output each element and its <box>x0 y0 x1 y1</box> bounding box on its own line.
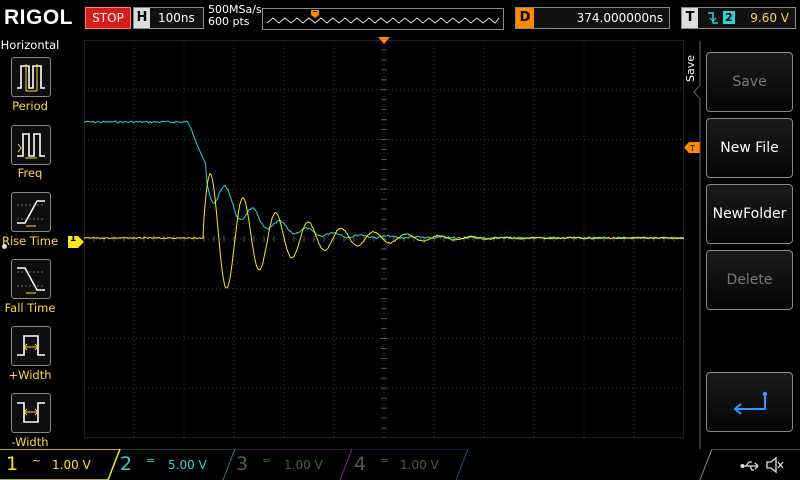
pos-width-button[interactable] <box>11 326 51 366</box>
ch1-number: 1 <box>6 453 19 475</box>
freq-label: Freq <box>17 166 43 180</box>
period-label: Period <box>12 99 48 113</box>
waveform-display[interactable] <box>84 40 684 438</box>
rise-time-icon <box>17 200 45 227</box>
delay-tag: D <box>516 8 534 28</box>
trigger-tag: T <box>682 8 698 28</box>
ch1-coupling: ~ <box>32 454 42 467</box>
ch1-offset-marker[interactable]: 1 <box>68 233 84 248</box>
return-button[interactable] <box>706 372 793 432</box>
usb-icon <box>740 458 762 472</box>
positive-width-icon <box>17 335 45 356</box>
delete-button[interactable]: Delete <box>706 250 793 310</box>
frequency-icon <box>17 133 45 159</box>
ch2-coupling: = <box>146 454 156 467</box>
fall-time-button[interactable] <box>11 259 51 299</box>
menu-title: Horizontal <box>0 38 60 52</box>
freq-button[interactable] <box>11 125 51 165</box>
memory-overview <box>262 8 504 30</box>
new-folder-button[interactable]: NewFolder <box>706 184 793 244</box>
ch4-scale: 1.00 V <box>400 458 439 472</box>
run-stop-status[interactable]: STOP <box>85 7 131 29</box>
speaker-muted-icon[interactable] <box>765 456 785 474</box>
top-status-bar: RIGOL STOP H 100ns 500MSa/s 600 pts D 37… <box>0 0 800 36</box>
trigger-position-marker <box>378 37 390 44</box>
pos-width-label: +Width <box>8 368 52 382</box>
ch4-status[interactable]: 4 = 1.00 V <box>354 453 458 477</box>
trigger-level: 9.60 V <box>750 11 789 25</box>
memory-overview-graphic <box>266 10 500 24</box>
horizontal-tag: H <box>134 8 150 28</box>
ch2-scale: 5.00 V <box>168 458 207 472</box>
brand-logo: RIGOL <box>4 6 73 29</box>
ch3-number: 3 <box>236 453 249 475</box>
ch3-coupling: = <box>262 454 272 467</box>
fall-time-label: Fall Time <box>4 301 56 315</box>
period-button[interactable] <box>11 57 51 97</box>
delay-readout[interactable]: D 374.000000ns <box>515 7 670 29</box>
save-button[interactable]: Save <box>706 52 793 112</box>
channel-status-bar: 1 ~ 1.00 V 2 = 5.00 V 3 = 1.00 V 4 = 1.0… <box>0 449 800 480</box>
ch1-status[interactable]: 1 ~ 1.00 V <box>6 453 110 477</box>
falling-edge-icon <box>706 10 720 29</box>
ch4-number: 4 <box>354 453 367 475</box>
trigger-readout[interactable]: T 2 9.60 V <box>681 7 796 29</box>
acquisition-info: 500MSa/s 600 pts <box>208 4 262 28</box>
fall-time-icon <box>17 267 45 294</box>
ch1-scale: 1.00 V <box>52 458 91 472</box>
rise-time-button[interactable] <box>11 192 51 232</box>
trigger-source: 2 <box>723 11 735 24</box>
horizontal-timebase[interactable]: H 100ns <box>133 7 204 29</box>
return-arrow-icon <box>733 391 768 415</box>
ch3-scale: 1.00 V <box>284 458 323 472</box>
save-menu-title: Save <box>684 54 698 83</box>
neg-width-label: -Width <box>11 435 49 449</box>
rise-time-label: Rise Time <box>1 234 59 248</box>
ch1-waveform <box>84 172 684 289</box>
ch2-number: 2 <box>120 453 133 475</box>
selection-dot <box>2 244 7 249</box>
ch1-marker-label: 1 <box>70 234 77 244</box>
new-file-button[interactable]: New File <box>706 118 793 178</box>
delay-value: 374.000000ns <box>576 11 663 25</box>
horizontal-measure-menu: Horizontal Period Freq Rise Time Fall Ti… <box>0 37 60 449</box>
ch4-coupling: = <box>380 454 390 467</box>
neg-width-button[interactable] <box>11 393 51 433</box>
ch3-status[interactable]: 3 = 1.00 V <box>236 453 340 477</box>
ch2-status[interactable]: 2 = 5.00 V <box>120 453 224 477</box>
period-icon <box>17 64 45 92</box>
timebase-value: 100ns <box>158 11 195 25</box>
negative-width-icon <box>17 402 45 423</box>
memory-points: 600 pts <box>208 15 250 28</box>
